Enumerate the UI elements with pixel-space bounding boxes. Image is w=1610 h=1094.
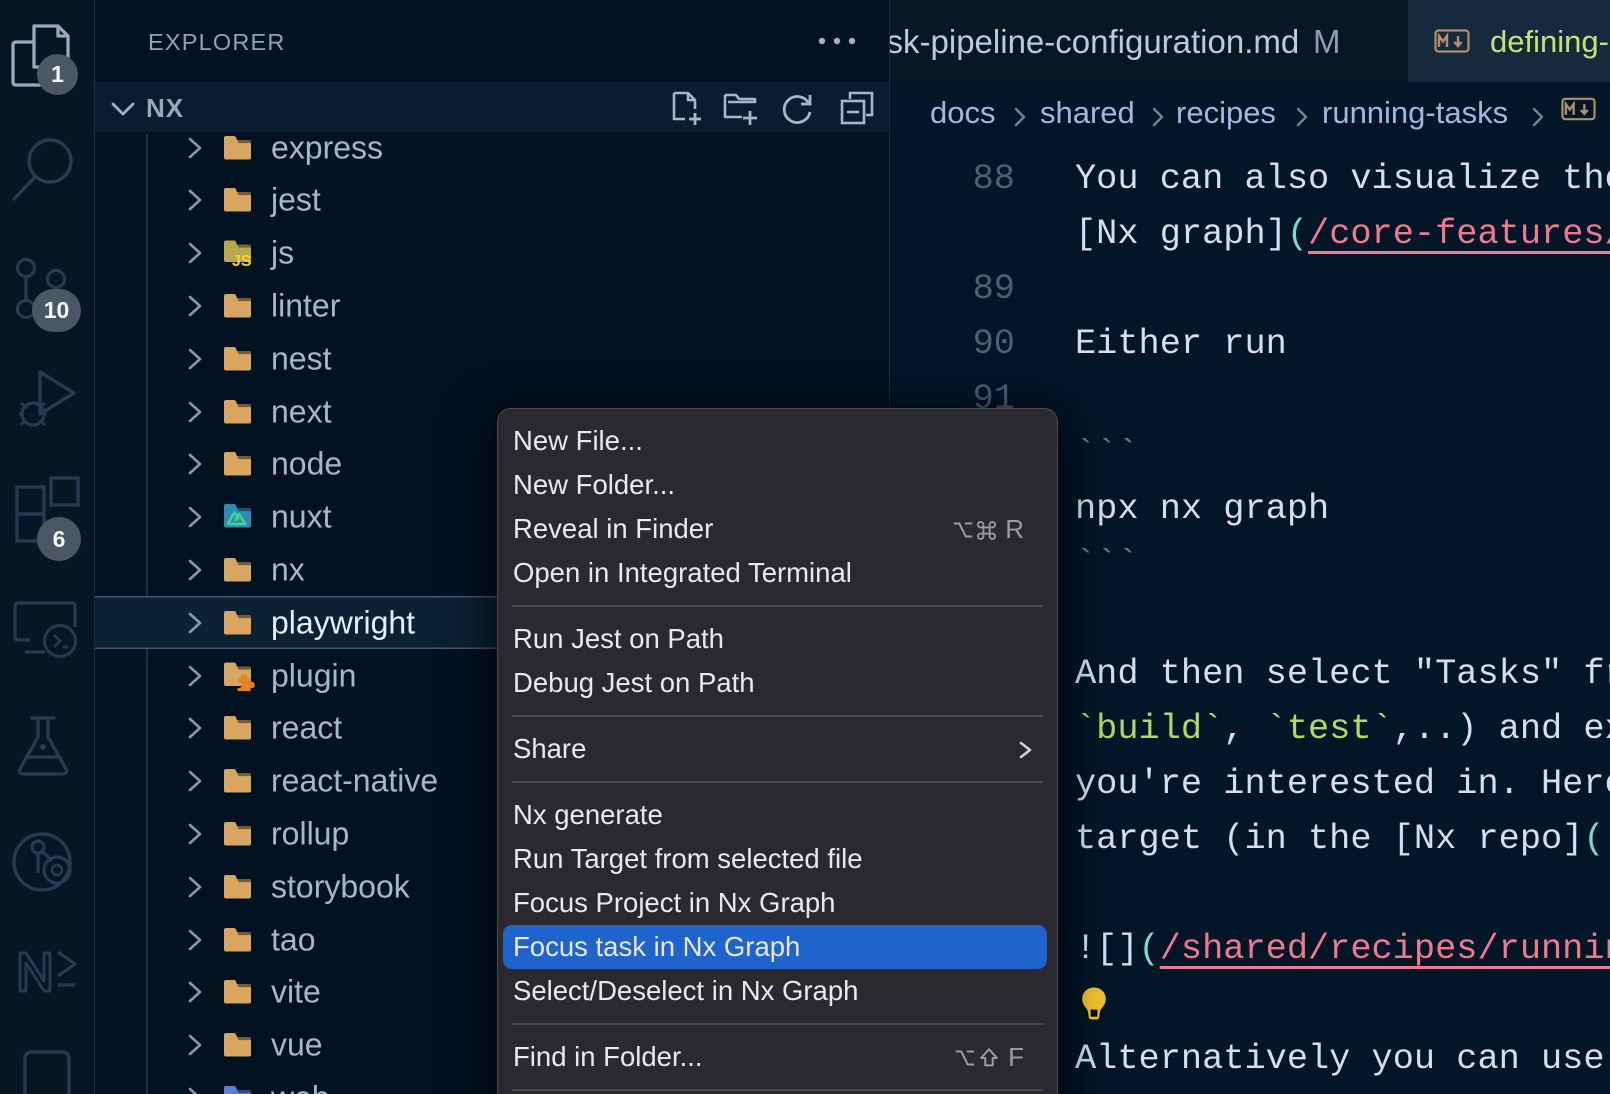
svg-text:JS: JS [232, 253, 252, 268]
